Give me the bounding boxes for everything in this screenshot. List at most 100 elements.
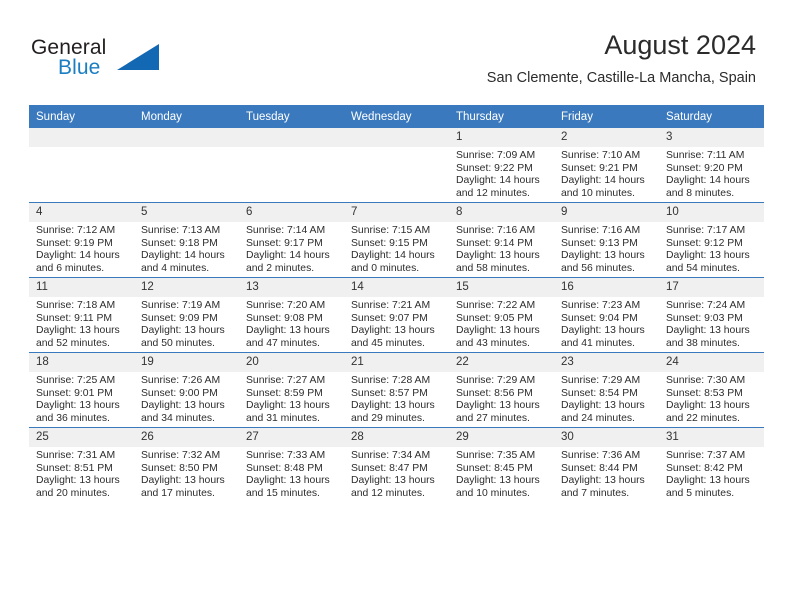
sunrise-time: Sunrise: 7:26 AM [141, 375, 221, 386]
calendar-day-cell[interactable]: 3 Sunrise: 7:11 AM Sunset: 9:20 PM Daylight… [659, 128, 764, 203]
day-number [239, 128, 344, 147]
sunset-time: Sunset: 8:54 PM [561, 387, 638, 399]
day-number: 28 [344, 428, 449, 447]
day-number: 18 [29, 353, 134, 372]
sunset-time: Sunset: 9:18 PM [141, 237, 218, 249]
calendar-day-cell[interactable]: 21 Sunrise: 7:28 AM Sunset: 8:57 PM Dayligh… [344, 352, 449, 428]
day-number: 25 [29, 428, 134, 447]
calendar-day-cell[interactable]: 20 Sunrise: 7:27 AM Sunset: 8:59 PM Dayligh… [239, 352, 344, 428]
calendar-day-cell[interactable]: 26 Sunrise: 7:32 AM Sunset: 8:50 PM Dayligh… [134, 427, 239, 502]
sunset-time: Sunset: 9:12 PM [666, 237, 743, 249]
day-number [134, 128, 239, 147]
daylight-duration-line1: Daylight: 13 hours [561, 475, 645, 487]
calendar-day-cell[interactable]: 10 Sunrise: 7:17 AM Sunset: 9:12 PM Dayligh… [659, 202, 764, 278]
sunrise-time: Sunrise: 7:15 AM [351, 225, 431, 236]
daylight-duration-line1: Daylight: 13 hours [666, 475, 750, 487]
calendar-day-cell[interactable]: 27 Sunrise: 7:33 AM Sunset: 8:48 PM Dayligh… [239, 427, 344, 502]
day-number: 27 [239, 428, 344, 447]
day-details: Sunrise: 7:35 AM Sunset: 8:45 PM Daylight:… [449, 447, 554, 500]
sunset-time: Sunset: 8:50 PM [141, 462, 218, 474]
day-details: Sunrise: 7:33 AM Sunset: 8:48 PM Daylight:… [239, 447, 344, 500]
day-details: Sunrise: 7:15 AM Sunset: 9:15 PM Daylight:… [344, 222, 449, 275]
daylight-duration-line1: Daylight: 13 hours [456, 250, 540, 262]
sunset-time: Sunset: 8:57 PM [351, 387, 428, 399]
sunrise-time: Sunrise: 7:33 AM [246, 450, 326, 461]
calendar-day-cell[interactable]: 9 Sunrise: 7:16 AM Sunset: 9:13 PM Daylight… [554, 202, 659, 278]
daylight-duration-line2: and 8 minutes. [666, 187, 735, 199]
day-details: Sunrise: 7:31 AM Sunset: 8:51 PM Daylight:… [29, 447, 134, 500]
day-number: 20 [239, 353, 344, 372]
calendar-day-cell[interactable]: 19 Sunrise: 7:26 AM Sunset: 9:00 PM Dayligh… [134, 352, 239, 428]
day-details: Sunrise: 7:27 AM Sunset: 8:59 PM Daylight:… [239, 372, 344, 425]
day-number: 6 [239, 203, 344, 222]
calendar-day-cell[interactable]: 25 Sunrise: 7:31 AM Sunset: 8:51 PM Dayligh… [29, 427, 134, 502]
daylight-duration-line1: Daylight: 13 hours [351, 325, 435, 337]
calendar-day-cell[interactable]: 7 Sunrise: 7:15 AM Sunset: 9:15 PM Daylight… [344, 202, 449, 278]
weekday-header-monday: Monday [134, 105, 239, 128]
page-header: General Blue August 2024 San Clemente, C… [0, 0, 792, 100]
day-number: 30 [554, 428, 659, 447]
sunset-time: Sunset: 9:11 PM [36, 312, 113, 324]
calendar-day-cell[interactable]: 18 Sunrise: 7:25 AM Sunset: 9:01 PM Dayligh… [29, 352, 134, 428]
calendar-day-cell[interactable]: 23 Sunrise: 7:29 AM Sunset: 8:54 PM Dayligh… [554, 352, 659, 428]
calendar-day-cell-empty [344, 128, 449, 203]
calendar-day-cell[interactable]: 30 Sunrise: 7:36 AM Sunset: 8:44 PM Dayligh… [554, 427, 659, 502]
day-number: 16 [554, 278, 659, 297]
calendar-day-cell[interactable]: 29 Sunrise: 7:35 AM Sunset: 8:45 PM Dayligh… [449, 427, 554, 502]
weekday-header-thursday: Thursday [449, 105, 554, 128]
daylight-duration-line2: and 12 minutes. [456, 187, 530, 199]
calendar-day-cell[interactable]: 31 Sunrise: 7:37 AM Sunset: 8:42 PM Dayligh… [659, 427, 764, 502]
day-number: 26 [134, 428, 239, 447]
sunset-time: Sunset: 9:19 PM [36, 237, 113, 249]
day-number: 24 [659, 353, 764, 372]
day-number: 9 [554, 203, 659, 222]
day-details: Sunrise: 7:17 AM Sunset: 9:12 PM Daylight:… [659, 222, 764, 275]
calendar-day-cell[interactable]: 17 Sunrise: 7:24 AM Sunset: 9:03 PM Dayligh… [659, 277, 764, 353]
calendar-day-cell[interactable]: 14 Sunrise: 7:21 AM Sunset: 9:07 PM Dayligh… [344, 277, 449, 353]
daylight-duration-line1: Daylight: 13 hours [246, 325, 330, 337]
sunset-time: Sunset: 8:45 PM [456, 462, 533, 474]
daylight-duration-line1: Daylight: 13 hours [36, 475, 120, 487]
calendar-day-cell-empty [239, 128, 344, 203]
calendar-day-cell[interactable]: 8 Sunrise: 7:16 AM Sunset: 9:14 PM Daylight… [449, 202, 554, 278]
sunrise-time: Sunrise: 7:09 AM [456, 150, 536, 161]
sunset-time: Sunset: 9:08 PM [246, 312, 323, 324]
calendar-day-cell[interactable]: 4 Sunrise: 7:12 AM Sunset: 9:19 PM Daylight… [29, 202, 134, 278]
calendar-day-cell[interactable]: 2 Sunrise: 7:10 AM Sunset: 9:21 PM Daylight… [554, 128, 659, 203]
brand-logo[interactable]: General Blue [31, 36, 211, 86]
daylight-duration-line1: Daylight: 13 hours [246, 400, 330, 412]
daylight-duration-line2: and 29 minutes. [351, 412, 425, 424]
calendar-body: 1 Sunrise: 7:09 AM Sunset: 9:22 PM Daylight… [29, 128, 764, 502]
day-details: Sunrise: 7:29 AM Sunset: 8:54 PM Daylight:… [554, 372, 659, 425]
daylight-duration-line1: Daylight: 13 hours [36, 400, 120, 412]
calendar-day-cell[interactable]: 28 Sunrise: 7:34 AM Sunset: 8:47 PM Dayligh… [344, 427, 449, 502]
sunset-time: Sunset: 9:14 PM [456, 237, 533, 249]
day-number: 22 [449, 353, 554, 372]
day-number: 13 [239, 278, 344, 297]
daylight-duration-line1: Daylight: 13 hours [141, 325, 225, 337]
day-details: Sunrise: 7:23 AM Sunset: 9:04 PM Daylight:… [554, 297, 659, 350]
calendar-day-cell[interactable]: 5 Sunrise: 7:13 AM Sunset: 9:18 PM Daylight… [134, 202, 239, 278]
calendar-day-cell[interactable]: 15 Sunrise: 7:22 AM Sunset: 9:05 PM Dayligh… [449, 277, 554, 353]
daylight-duration-line1: Daylight: 14 hours [351, 250, 435, 262]
sunset-time: Sunset: 9:13 PM [561, 237, 638, 249]
calendar-day-cell[interactable]: 24 Sunrise: 7:30 AM Sunset: 8:53 PM Dayligh… [659, 352, 764, 428]
calendar-day-cell[interactable]: 22 Sunrise: 7:29 AM Sunset: 8:56 PM Dayligh… [449, 352, 554, 428]
calendar-day-cell[interactable]: 6 Sunrise: 7:14 AM Sunset: 9:17 PM Daylight… [239, 202, 344, 278]
calendar-day-cell[interactable]: 16 Sunrise: 7:23 AM Sunset: 9:04 PM Dayligh… [554, 277, 659, 353]
brand-name-blue: Blue [58, 56, 101, 79]
calendar-day-cell[interactable]: 13 Sunrise: 7:20 AM Sunset: 9:08 PM Dayligh… [239, 277, 344, 353]
calendar-day-cell[interactable]: 1 Sunrise: 7:09 AM Sunset: 9:22 PM Daylight… [449, 128, 554, 203]
day-details: Sunrise: 7:25 AM Sunset: 9:01 PM Daylight:… [29, 372, 134, 425]
daylight-duration-line2: and 43 minutes. [456, 337, 530, 349]
sunset-time: Sunset: 8:42 PM [666, 462, 743, 474]
calendar-day-cell[interactable]: 11 Sunrise: 7:18 AM Sunset: 9:11 PM Dayligh… [29, 277, 134, 353]
sunrise-time: Sunrise: 7:29 AM [456, 375, 536, 386]
sunrise-time: Sunrise: 7:21 AM [351, 300, 431, 311]
daylight-duration-line1: Daylight: 13 hours [36, 325, 120, 337]
daylight-duration-line1: Daylight: 13 hours [561, 400, 645, 412]
daylight-duration-line1: Daylight: 13 hours [561, 250, 645, 262]
sunrise-time: Sunrise: 7:16 AM [561, 225, 641, 236]
calendar-day-cell[interactable]: 12 Sunrise: 7:19 AM Sunset: 9:09 PM Dayligh… [134, 277, 239, 353]
day-number: 2 [554, 128, 659, 147]
